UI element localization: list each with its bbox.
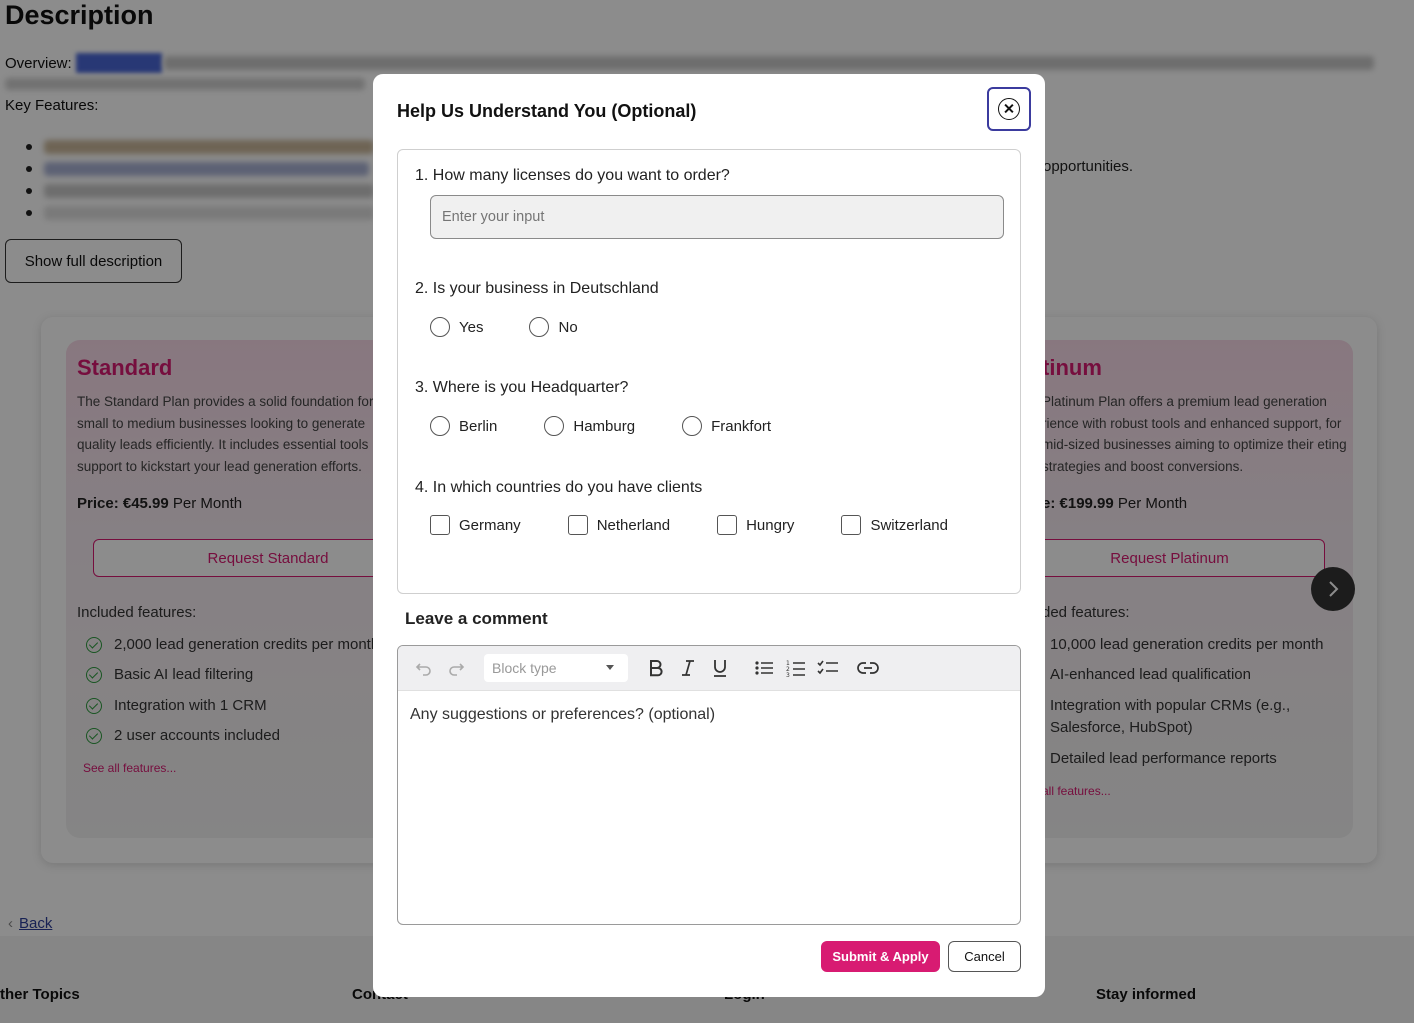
- underline-button[interactable]: [708, 656, 732, 680]
- question-label: 2. Is your business in Deutschland: [415, 280, 659, 297]
- submit-apply-button[interactable]: Submit & Apply: [821, 941, 940, 972]
- radio-yes[interactable]: Yes: [430, 317, 483, 337]
- radio-circle[interactable]: [544, 416, 565, 436]
- comment-editor: Block type 123 Any suggestions or prefer…: [397, 645, 1021, 925]
- checklist-icon: [817, 660, 838, 675]
- underline-icon: [714, 660, 726, 677]
- checkbox-box[interactable]: [717, 515, 738, 535]
- radio-group-headquarter: Berlin Hamburg Frankfort: [430, 416, 771, 436]
- radio-berlin[interactable]: Berlin: [430, 416, 497, 436]
- redo-icon: [449, 663, 465, 676]
- close-circle-icon: [998, 98, 1020, 120]
- close-button[interactable]: [987, 87, 1031, 131]
- question-label: 3. Where is you Headquarter?: [415, 379, 629, 396]
- bullet-list-button[interactable]: [752, 656, 776, 680]
- question-label: 1. How many licenses do you want to orde…: [415, 167, 730, 184]
- italic-button[interactable]: [676, 656, 700, 680]
- comment-textarea[interactable]: Any suggestions or preferences? (optiona…: [410, 706, 715, 724]
- checkbox-germany[interactable]: Germany: [430, 515, 521, 535]
- checkbox-box[interactable]: [430, 515, 450, 535]
- bold-button[interactable]: [644, 656, 668, 680]
- cancel-button[interactable]: Cancel: [948, 941, 1021, 972]
- radio-hamburg[interactable]: Hamburg: [544, 416, 635, 436]
- radio-circle[interactable]: [430, 317, 450, 337]
- radio-circle[interactable]: [529, 317, 550, 337]
- numbered-list-button[interactable]: 123: [784, 656, 808, 680]
- modal-title: Help Us Understand You (Optional): [397, 101, 697, 121]
- link-button[interactable]: [856, 656, 880, 680]
- undo-icon: [415, 663, 431, 676]
- questions-box: 1. How many licenses do you want to orde…: [397, 149, 1021, 594]
- checkbox-box[interactable]: [567, 515, 588, 535]
- radio-no[interactable]: No: [529, 317, 578, 337]
- survey-modal: Help Us Understand You (Optional) 1. How…: [373, 74, 1045, 997]
- checkbox-box[interactable]: [841, 515, 862, 535]
- checkbox-hungry[interactable]: Hungry: [717, 515, 794, 535]
- undo-button[interactable]: [412, 656, 436, 680]
- question-label: 4. In which countries do you have client…: [415, 479, 703, 496]
- redo-button[interactable]: [444, 656, 468, 680]
- editor-toolbar: Block type 123: [398, 646, 1020, 691]
- checkbox-netherland[interactable]: Netherland: [567, 515, 670, 535]
- radio-circle[interactable]: [430, 416, 450, 436]
- italic-icon: [682, 660, 694, 676]
- link-icon: [857, 662, 879, 674]
- bullet-list-icon: [755, 661, 773, 675]
- checkbox-switzerland[interactable]: Switzerland: [841, 515, 948, 535]
- bold-icon: [650, 660, 663, 677]
- svg-text:3: 3: [786, 672, 790, 678]
- caret-down-icon: [606, 665, 614, 670]
- radio-group-deutschland: Yes No: [430, 317, 578, 337]
- radio-circle[interactable]: [682, 416, 703, 436]
- licenses-input[interactable]: [430, 195, 1004, 239]
- comment-label: Leave a comment: [405, 609, 548, 628]
- radio-frankfort[interactable]: Frankfort: [682, 416, 771, 436]
- numbered-list-icon: 123: [786, 660, 805, 678]
- checkbox-group-countries: Germany Netherland Hungry Switzerland: [430, 515, 948, 535]
- checklist-button[interactable]: [816, 656, 840, 680]
- block-type-select[interactable]: Block type: [484, 654, 628, 682]
